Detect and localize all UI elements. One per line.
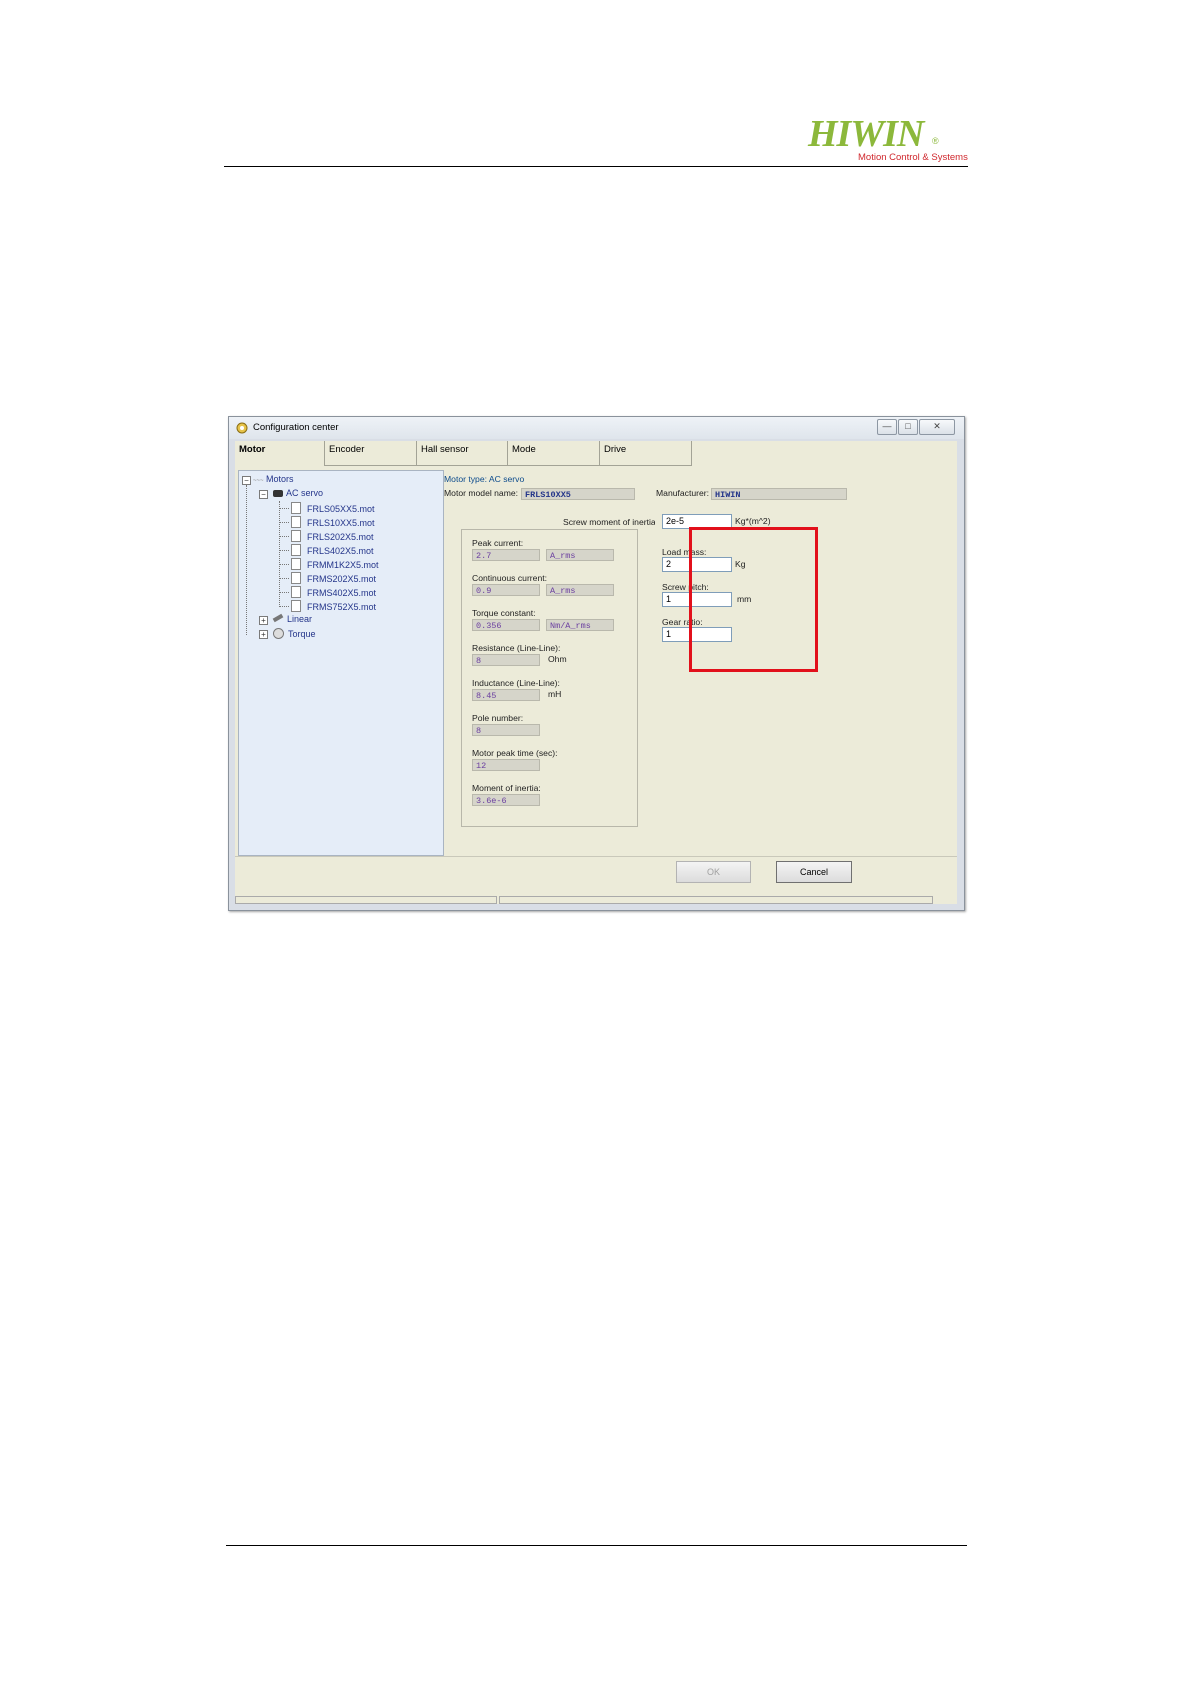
model-name-field: FRLS10XX5	[521, 488, 635, 500]
expand-icon[interactable]: +	[259, 630, 268, 639]
logo-tagline: Motion Control & Systems	[858, 152, 968, 163]
screw-moi-label: Screw moment of inertia:	[563, 517, 655, 527]
tree-file[interactable]: FRMS752X5.mot	[291, 600, 376, 612]
status-segment	[235, 896, 497, 904]
torque-constant-field: 0.356	[472, 619, 540, 631]
file-icon	[291, 544, 301, 556]
inductance-label: Inductance (Line-Line):	[472, 678, 560, 688]
tree-node-torque[interactable]: Torque	[273, 628, 316, 639]
linear-motor-icon	[272, 613, 284, 623]
manufacturer-label: Manufacturer:	[656, 488, 710, 498]
resistance-unit: Ohm	[548, 654, 567, 664]
servo-motor-icon	[273, 490, 283, 497]
file-icon	[291, 558, 301, 570]
tab-strip: Motor Encoder Hall sensor Mode Drive	[235, 441, 957, 467]
collapse-icon[interactable]: −	[259, 490, 268, 499]
torque-motor-icon	[273, 628, 284, 639]
tab-encoder[interactable]: Encoder	[325, 441, 417, 466]
tab-mode[interactable]: Mode	[508, 441, 600, 466]
hiwin-logo: HIWIN ® Motion Control & Systems	[808, 114, 968, 166]
tree-file[interactable]: FRLS402X5.mot	[291, 544, 374, 556]
peak-time-label: Motor peak time (sec):	[472, 748, 558, 758]
window-client: Motor Encoder Hall sensor Mode Drive − ~…	[235, 441, 957, 904]
torque-constant-unit: Nm/A_rms	[546, 619, 614, 631]
tree-file[interactable]: FRMM1K2X5.mot	[291, 558, 379, 570]
tree-file[interactable]: FRMS202X5.mot	[291, 572, 376, 584]
peak-current-label: Peak current:	[472, 538, 524, 548]
torque-constant-label: Torque constant:	[472, 608, 536, 618]
window-title: Configuration center	[253, 422, 339, 433]
pole-number-field: 8	[472, 724, 540, 736]
maximize-button[interactable]: □	[898, 419, 918, 435]
continuous-current-label: Continuous current:	[472, 573, 547, 583]
tree-file[interactable]: FRLS202X5.mot	[291, 530, 374, 542]
file-icon	[291, 586, 301, 598]
manufacturer-field: HIWIN	[711, 488, 847, 500]
motor-tree: − ~~~ Motors − AC servo FRLS05XX5.mot FR…	[238, 470, 444, 856]
header-rule	[224, 166, 968, 167]
continuous-current-field: 0.9	[472, 584, 540, 596]
inductance-unit: mH	[548, 689, 562, 699]
tab-motor[interactable]: Motor	[235, 441, 325, 466]
collapse-icon[interactable]: −	[242, 476, 251, 485]
moment-of-inertia-label: Moment of inertia:	[472, 783, 541, 793]
tree-file[interactable]: FRLS05XX5.mot	[291, 502, 375, 514]
resistance-field: 8	[472, 654, 540, 666]
ok-button[interactable]: OK	[676, 861, 751, 883]
file-icon	[291, 530, 301, 542]
tab-drive[interactable]: Drive	[600, 441, 692, 466]
cancel-button[interactable]: Cancel	[776, 861, 852, 883]
tree-root-motors[interactable]: ~~~ Motors	[253, 474, 294, 484]
resistance-label: Resistance (Line-Line):	[472, 643, 561, 653]
peak-current-field: 2.7	[472, 549, 540, 561]
tree-node-ac-servo[interactable]: AC servo	[273, 488, 323, 498]
app-icon	[236, 422, 248, 434]
status-segment	[499, 896, 933, 904]
logo-wordmark: HIWIN	[808, 113, 924, 155]
motor-type-label: Motor type: AC servo	[444, 474, 525, 484]
status-bar	[235, 896, 957, 904]
moment-of-inertia-field: 3.6e-6	[472, 794, 540, 806]
tree-node-linear[interactable]: Linear	[272, 613, 312, 624]
close-button[interactable]: ✕	[919, 419, 955, 435]
file-icon	[291, 516, 301, 528]
minimize-button[interactable]: —	[877, 419, 897, 435]
pole-number-label: Pole number:	[472, 713, 524, 723]
inductance-field: 8.45	[472, 689, 540, 701]
file-icon	[291, 600, 301, 612]
title-bar: Configuration center — □ ✕	[229, 417, 964, 439]
file-icon	[291, 572, 301, 584]
footer-rule	[226, 1545, 967, 1546]
tree-file[interactable]: FRMS402X5.mot	[291, 586, 376, 598]
tab-hall-sensor[interactable]: Hall sensor	[417, 441, 508, 466]
configuration-center-window: Configuration center — □ ✕ Motor Encoder…	[228, 416, 965, 911]
tree-file[interactable]: FRLS10XX5.mot	[291, 516, 375, 528]
file-icon	[291, 502, 301, 514]
screw-moi-unit: Kg*(m^2)	[735, 516, 771, 526]
peak-current-unit: A_rms	[546, 549, 614, 561]
highlight-box	[689, 527, 818, 672]
peak-time-field: 12	[472, 759, 540, 771]
model-name-label: Motor model name:	[444, 488, 519, 498]
expand-icon[interactable]: +	[259, 616, 268, 625]
logo-registered-mark: ®	[932, 136, 939, 146]
continuous-current-unit: A_rms	[546, 584, 614, 596]
